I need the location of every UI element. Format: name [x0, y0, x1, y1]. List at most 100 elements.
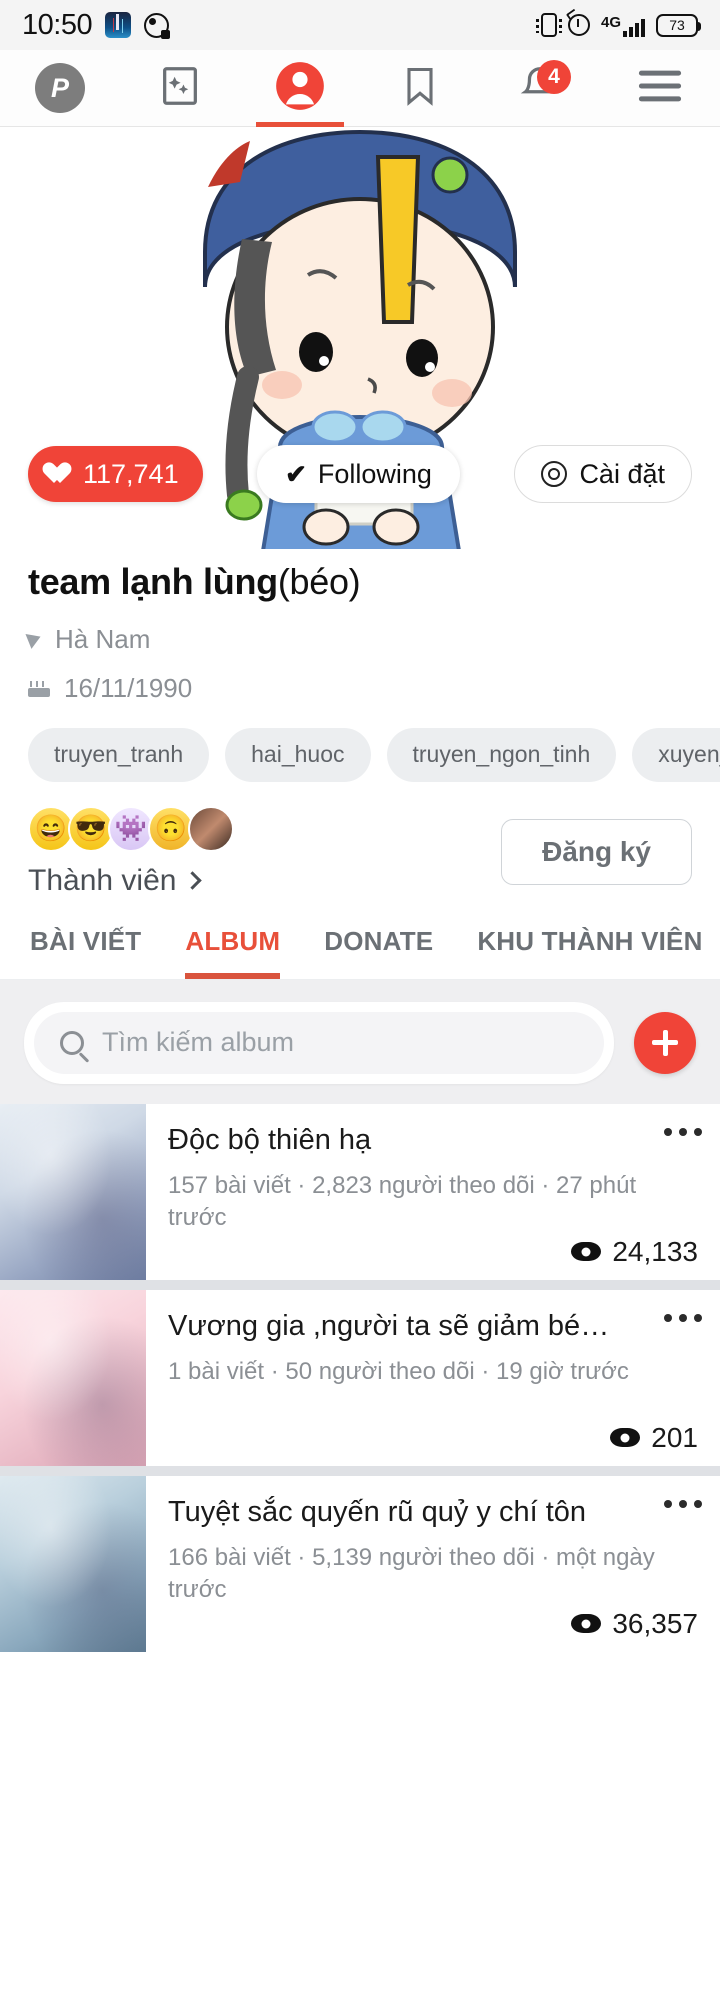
add-album-button[interactable] [634, 1011, 696, 1074]
eye-icon [571, 1242, 602, 1262]
heart-icon [48, 463, 73, 486]
members-section: 😄 😎 👾 🙃 Thành viên Đăng ký [0, 782, 720, 898]
nav-account[interactable] [253, 50, 347, 127]
album-body: Độc bộ thiên hạ 157 bài viết · 2,823 ngư… [146, 1104, 720, 1280]
tab-donate[interactable]: DONATE [302, 926, 455, 979]
album-thumbnail [0, 1103, 146, 1280]
register-label: Đăng ký [542, 835, 651, 867]
album-more-options-button[interactable] [664, 1127, 702, 1136]
album-view-count: 201 [651, 1421, 698, 1453]
top-nav-bar: P 4 [0, 50, 720, 127]
search-field-wrapper [24, 1001, 614, 1084]
discover-icon [157, 63, 203, 114]
album-subtitle: 166 bài viết · 5,139 người theo dõi · mộ… [168, 1544, 655, 1604]
album-title: Độc bộ thiên hạ [168, 1123, 372, 1156]
nav-menu[interactable] [613, 50, 707, 127]
album-thumbnail [0, 1289, 146, 1466]
search-input[interactable] [102, 1027, 578, 1059]
nav-profile-avatar[interactable]: P [13, 50, 107, 127]
status-bar: 10:50 4G 73 [0, 0, 720, 50]
likes-button[interactable]: 117,741 [28, 446, 203, 502]
tag-chip[interactable]: truyen_tranh [28, 727, 210, 782]
following-label: Following [317, 458, 432, 489]
profile-name: team lạnh lùng [28, 561, 278, 602]
profile-tags[interactable]: truyen_tranh hai_huoc truyen_ngon_tinh x… [0, 704, 720, 782]
nav-active-indicator [256, 121, 344, 127]
eye-icon [610, 1428, 641, 1448]
members-link[interactable]: Thành viên [28, 864, 228, 898]
profile-location: Hà Nam [55, 623, 151, 654]
account-icon [274, 60, 326, 117]
album-title: Tuyệt sắc quyến rũ quỷ y chí tôn [168, 1495, 587, 1528]
album-list: Độc bộ thiên hạ 157 bài viết · 2,823 ngư… [0, 1103, 720, 1652]
bookmark-icon [398, 63, 442, 114]
nav-discover[interactable] [133, 50, 227, 127]
album-body: Vương gia ,người ta sẽ giảm bé… 1 bài vi… [146, 1290, 720, 1466]
tab-album[interactable]: ALBUM [163, 926, 302, 979]
tab-member-zone[interactable]: KHU THÀNH VIÊN [455, 926, 720, 979]
member-avatar-stack[interactable]: 😄 😎 👾 🙃 [28, 805, 234, 852]
profile-name-suffix: (béo) [277, 561, 361, 602]
chevron-right-icon [183, 871, 203, 890]
profile-birthday: 16/11/1990 [64, 672, 193, 703]
status-time: 10:50 [22, 8, 93, 41]
album-title: Vương gia ,người ta sẽ giảm bé… [168, 1309, 610, 1342]
menu-icon [637, 68, 683, 109]
album-views: 201 [610, 1422, 698, 1454]
avatar: P [35, 63, 85, 113]
album-subtitle: 1 bài viết · 50 người theo dõi · 19 giờ … [168, 1358, 629, 1386]
nav-notifications[interactable]: 4 [493, 50, 587, 127]
members-left[interactable]: 😄 😎 👾 🙃 Thành viên [28, 805, 234, 898]
check-icon: ✔ [285, 459, 307, 489]
gear-icon [541, 461, 568, 487]
tag-chip[interactable]: xuyen_khong [632, 727, 720, 782]
signal-icon: 4G [601, 13, 645, 37]
notification-badge: 4 [537, 59, 571, 94]
album-subtitle: 157 bài viết · 2,823 người theo dõi · 27… [168, 1172, 637, 1232]
profile-birthday-row: 16/11/1990 [28, 673, 692, 704]
tag-chip[interactable]: hai_huoc [225, 727, 371, 782]
album-more-options-button[interactable] [664, 1313, 702, 1322]
status-bar-left: 10:50 [22, 8, 171, 42]
settings-button[interactable]: Cài đặt [514, 445, 692, 503]
album-views: 24,133 [571, 1236, 698, 1268]
search-icon [60, 1030, 84, 1055]
network-type-label: 4G [600, 14, 621, 31]
album-view-count: 36,357 [612, 1607, 698, 1639]
page-title: team lạnh lùng(béo) [28, 559, 692, 606]
profile-tabs: BÀI VIẾT ALBUM DONATE KHU THÀNH VIÊN [0, 897, 720, 980]
profile-cover: 117,741 ✔ Following Cài đặt [0, 127, 720, 549]
album-view-count: 24,133 [612, 1235, 698, 1267]
tag-chip[interactable]: truyen_ngon_tinh [386, 727, 617, 782]
eye-icon [571, 1614, 602, 1634]
signal-bars [623, 19, 645, 37]
following-button[interactable]: ✔ Following [257, 445, 460, 503]
album-list-item[interactable]: Độc bộ thiên hạ 157 bài viết · 2,823 ngư… [0, 1103, 720, 1280]
cake-icon [28, 679, 50, 698]
album-views: 36,357 [571, 1608, 698, 1640]
settings-label: Cài đặt [579, 458, 665, 489]
status-bar-right: 4G 73 [535, 13, 701, 37]
app-icon [105, 12, 132, 38]
profile-info: team lạnh lùng(béo) Hà Nam 16/11/1990 [0, 549, 720, 704]
register-button[interactable]: Đăng ký [501, 818, 692, 885]
album-search-bar [0, 979, 720, 1104]
alarm-icon [567, 14, 590, 36]
vibrate-icon [535, 13, 562, 37]
member-avatar[interactable] [188, 805, 234, 852]
camera-circle-icon [144, 12, 171, 39]
cover-action-row: 117,741 ✔ Following Cài đặt [0, 445, 720, 503]
album-list-item[interactable]: Vương gia ,người ta sẽ giảm bé… 1 bài vi… [0, 1289, 720, 1466]
profile-location-row: Hà Nam [25, 623, 692, 655]
location-icon [25, 629, 44, 650]
avatar-initial: P [50, 72, 69, 103]
nav-bookmark[interactable] [373, 50, 467, 127]
search-field[interactable] [34, 1011, 604, 1074]
battery-level: 73 [669, 17, 685, 33]
battery-icon: 73 [656, 13, 701, 37]
likes-count: 117,741 [83, 458, 179, 489]
tab-posts[interactable]: BÀI VIẾT [0, 926, 163, 979]
album-more-options-button[interactable] [664, 1499, 702, 1508]
album-list-item[interactable]: Tuyệt sắc quyến rũ quỷ y chí tôn 166 bài… [0, 1475, 720, 1652]
notification-badge-count: 4 [548, 64, 560, 88]
